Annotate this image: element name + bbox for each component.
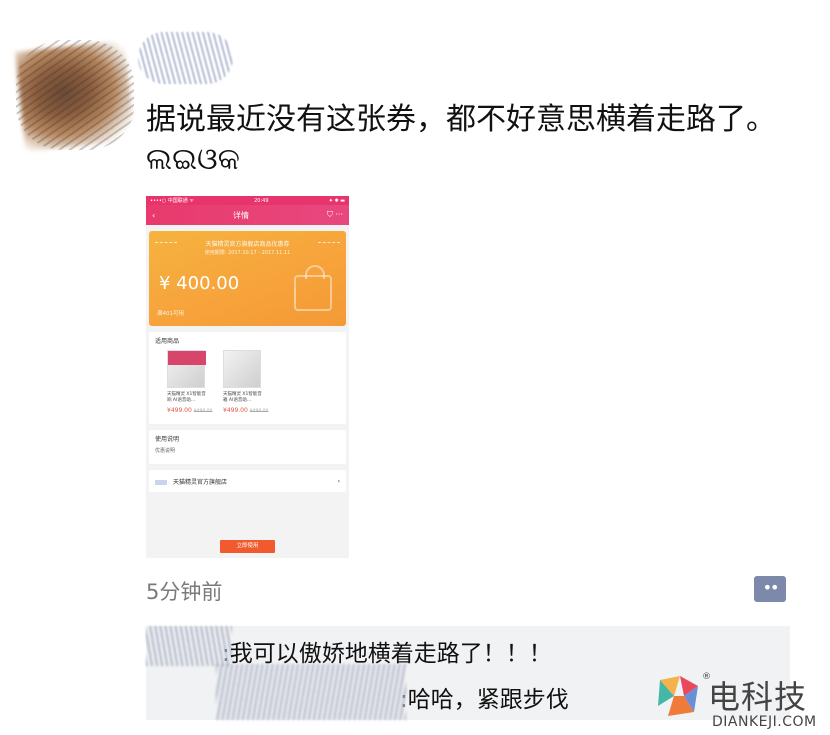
usage-panel: 使用说明 优惠说明 <box>149 430 346 464</box>
product-name: 天猫精灵 X1智能音响 AI语音助... <box>167 392 206 403</box>
post-timestamp: 5分钟前 <box>146 580 223 604</box>
brand-logo-icon <box>658 676 698 716</box>
comment-item[interactable]: :哈哈，紧跟步伐 <box>400 680 569 714</box>
products-heading: 适用商品 <box>155 338 180 345</box>
nav-bar: ‹ 详情 ⛉ ··· <box>146 205 349 225</box>
comment-button[interactable]: •• <box>754 576 786 602</box>
avatar[interactable] <box>8 32 233 152</box>
product-name: 天猫精灵 X1智能音箱 AI语音助... <box>223 392 262 403</box>
watermark-brand: 电科技 <box>708 678 808 716</box>
back-icon: ‹ <box>152 210 156 220</box>
post-image[interactable]: ••••○ 中国联通 ᯤ 20:49 ⁕ ✱ ▬ ‹ 详情 ⛉ ··· 天猫精灵… <box>146 196 349 558</box>
chevron-right-icon: › <box>337 477 340 485</box>
products-panel: 适用商品 天猫精灵 X1智能音响 AI语音助... ¥499.00 ¥499.0… <box>149 332 346 424</box>
carrier-label: ••••○ 中国联通 ᯤ <box>150 198 194 204</box>
coupon-card: 天猫精灵官方旗舰店商品优惠券 使用期限: 2017.10.17 - 2017.1… <box>149 231 346 326</box>
status-bar: ••••○ 中国联通 ᯤ 20:49 ⁕ ✱ ▬ <box>146 196 349 205</box>
commenter-name-blurred <box>146 626 232 666</box>
watermark: ® 电科技 DIANKEJI.COM <box>652 672 826 732</box>
use-now-button: 立即使用 <box>220 540 275 553</box>
product-price: ¥499.00 ¥499.00 <box>167 407 213 414</box>
comment-text: 我可以傲娇地横着走路了！！！ <box>229 641 552 667</box>
status-icons: ⁕ ✱ ▬ <box>328 197 345 204</box>
shop-name-wrap: 天猫精灵官方旗舰店 <box>155 477 227 486</box>
product-price: ¥499.00 ¥499.00 <box>223 407 269 414</box>
product-card: 天猫精灵 X1智能音响 AI语音助... ¥499.00 ¥499.00 <box>167 350 213 414</box>
comment-text: 哈哈，紧跟步伐 <box>407 687 569 713</box>
shop-row: 天猫精灵官方旗舰店 › <box>149 470 346 492</box>
post-text: 据说最近没有这张券，都不好意思横着走路了。ଲଇଓକ <box>146 102 776 177</box>
more-icon: ⛉ ··· <box>326 210 343 219</box>
shop-name: 天猫精灵官方旗舰店 <box>173 478 228 486</box>
coupon-amount: ¥ 400.00 <box>159 273 240 294</box>
shopping-bag-icon <box>294 265 332 311</box>
usage-body: 优惠说明 <box>155 448 176 454</box>
commenter-name-blurred <box>216 664 406 720</box>
comment-item[interactable]: :我可以傲娇地横着走路了！！！ <box>222 634 552 668</box>
product-image <box>167 350 206 388</box>
usage-heading: 使用说明 <box>155 436 180 443</box>
username-blurred <box>138 32 233 84</box>
clock: 20:49 <box>254 197 269 204</box>
coupon-title: 天猫精灵官方旗舰店商品优惠券 <box>205 241 290 248</box>
coupon-condition: 满401可用 <box>157 311 184 317</box>
product-image <box>223 350 261 388</box>
avatar-scribble <box>16 40 134 150</box>
shop-logo-icon <box>155 479 167 485</box>
nav-title: 详情 <box>233 210 250 220</box>
watermark-domain: DIANKEJI.COM <box>712 714 817 730</box>
coupon-date: 使用期限: 2017.10.17 - 2017.11.11 <box>204 250 291 256</box>
product-card: 天猫精灵 X1智能音箱 AI语音助... ¥499.00 ¥499.00 <box>223 350 269 414</box>
